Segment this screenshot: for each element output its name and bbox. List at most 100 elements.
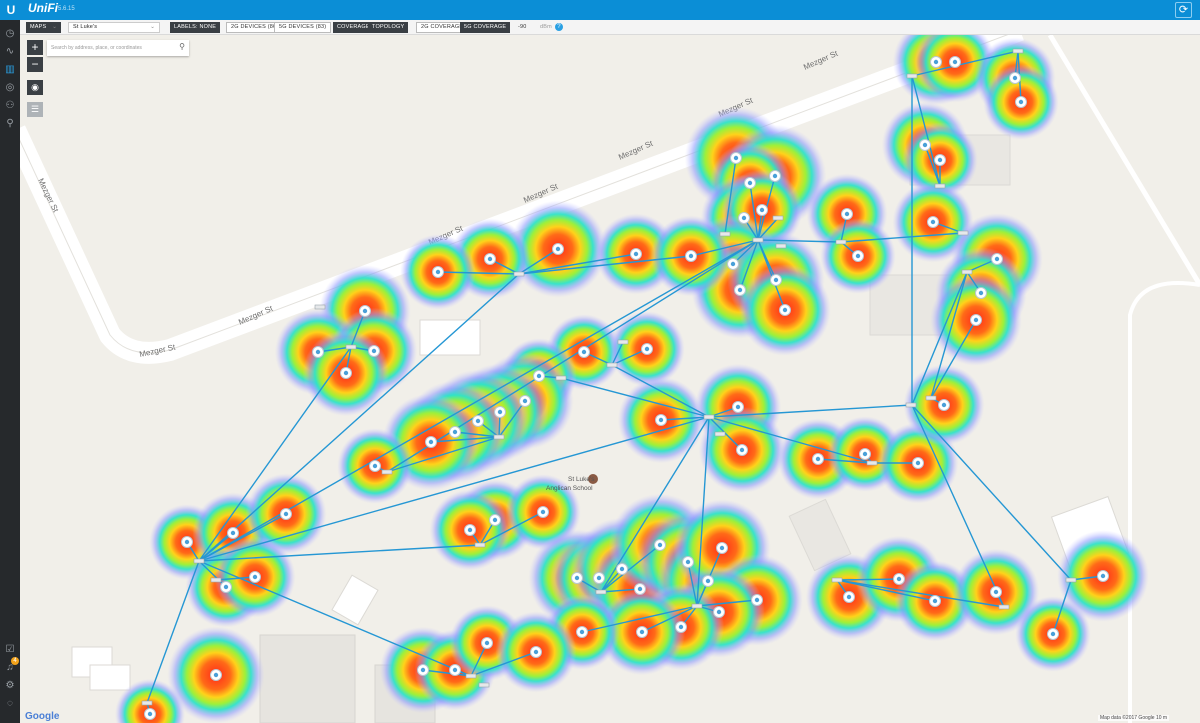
access-point-led xyxy=(452,667,458,673)
maps-dropdown[interactable]: MAPS ⌄ xyxy=(26,22,61,33)
settings-icon[interactable]: ⚙ xyxy=(0,678,20,694)
switch-node xyxy=(1065,577,1077,583)
switch-node xyxy=(905,402,917,408)
zoom-out-button[interactable]: − xyxy=(27,57,43,72)
access-point-node xyxy=(530,646,542,658)
switch-node xyxy=(835,239,847,245)
access-point-node xyxy=(249,571,261,583)
topology-tab[interactable]: TOPOLOGY xyxy=(368,22,409,33)
access-point-node xyxy=(769,170,781,182)
access-point-led xyxy=(1018,99,1024,105)
access-point-led xyxy=(428,439,434,445)
devices-icon[interactable]: ◎ xyxy=(0,80,20,96)
access-point-led xyxy=(372,463,378,469)
access-point-node xyxy=(630,248,642,260)
access-point-node xyxy=(1015,96,1027,108)
access-point-node xyxy=(481,637,493,649)
list-icon[interactable]: ☰ xyxy=(27,102,43,117)
access-point-led xyxy=(772,173,778,179)
switch-node xyxy=(714,431,726,437)
access-point-node xyxy=(636,626,648,638)
access-point-led xyxy=(678,624,684,630)
signal-threshold[interactable]: -90 xyxy=(514,22,531,33)
site-map[interactable]: Mezger St Mezger St Mezger St Mezger St … xyxy=(20,35,1200,723)
alerts-icon[interactable]: ♫ 4 xyxy=(0,657,20,676)
access-point-led xyxy=(941,402,947,408)
access-point-node xyxy=(340,367,352,379)
insights-icon[interactable]: ⚲ xyxy=(0,116,20,132)
switch-node xyxy=(513,271,525,277)
unifi-logo-icon[interactable]: U xyxy=(3,2,19,18)
access-point-node xyxy=(654,539,666,551)
access-point-node xyxy=(227,527,239,539)
coverage-5g-toggle[interactable]: 5G COVERAGE xyxy=(460,22,511,33)
access-point-node xyxy=(369,460,381,472)
brand-name: UniFi xyxy=(28,1,58,15)
topology-link xyxy=(836,578,900,581)
access-point-led xyxy=(540,509,546,515)
switch-node xyxy=(381,469,393,475)
access-point-led xyxy=(213,672,219,678)
side-nav: ◷ ∿ ▥ ◎ ⚇ ⚲ ☑ ♫ 4 ⚙ ◌ xyxy=(0,20,20,723)
access-point-led xyxy=(637,586,643,592)
statistics-icon[interactable]: ∿ xyxy=(0,44,20,60)
switch-node xyxy=(961,269,973,275)
search-input[interactable] xyxy=(51,42,171,54)
switch-node xyxy=(493,434,505,440)
access-point-led xyxy=(475,418,481,424)
map-search: ⚲ xyxy=(47,40,189,56)
access-point-led xyxy=(657,542,663,548)
chevron-down-icon: ⌄ xyxy=(150,24,155,30)
map-toolbar: MAPS ⌄ St Luke's ⌄ LABELS: NONE 2G DEVIC… xyxy=(20,20,1200,35)
access-point-led xyxy=(579,629,585,635)
switch-node xyxy=(691,603,703,609)
switch-node xyxy=(595,589,607,595)
access-point-node xyxy=(312,346,324,358)
access-point-node xyxy=(730,152,742,164)
site-value: St Luke's xyxy=(73,24,98,30)
switch-node xyxy=(772,215,784,221)
access-point-led xyxy=(993,589,999,595)
switch-node xyxy=(957,230,969,236)
access-point-node xyxy=(593,572,605,584)
search-icon[interactable]: ⚲ xyxy=(179,42,185,51)
access-point-led xyxy=(644,346,650,352)
chat-icon[interactable]: ◌ xyxy=(0,696,20,712)
switch-node xyxy=(141,700,153,706)
access-point-led xyxy=(933,59,939,65)
access-point-led xyxy=(930,219,936,225)
access-point-led xyxy=(420,667,426,673)
access-point-node xyxy=(417,664,429,676)
map-icon[interactable]: ▥ xyxy=(0,62,20,78)
devices-5g-toggle[interactable]: 5G DEVICES (83) xyxy=(274,22,332,33)
access-point-node xyxy=(616,563,628,575)
access-point-node xyxy=(779,304,791,316)
switch-node xyxy=(906,73,918,79)
locate-icon[interactable]: ◉ xyxy=(27,80,43,95)
access-point-led xyxy=(719,545,725,551)
site-select[interactable]: St Luke's ⌄ xyxy=(68,22,160,33)
access-point-node xyxy=(919,139,931,151)
tasks-icon[interactable]: ☑ xyxy=(0,642,20,658)
access-point-led xyxy=(1050,631,1056,637)
dashboard-icon[interactable]: ◷ xyxy=(0,26,20,42)
access-point-node xyxy=(991,253,1003,265)
switch-node xyxy=(866,460,878,466)
labels-toggle[interactable]: LABELS: NONE xyxy=(170,22,221,33)
zoom-in-button[interactable]: + xyxy=(27,40,43,55)
access-point-node xyxy=(1047,628,1059,640)
clients-icon[interactable]: ⚇ xyxy=(0,98,20,114)
access-point-node xyxy=(736,444,748,456)
access-point-node xyxy=(425,436,437,448)
access-point-node xyxy=(927,216,939,228)
access-point-led xyxy=(815,456,821,462)
refresh-icon[interactable]: ⟳ xyxy=(1175,2,1192,18)
access-point-node xyxy=(533,370,545,382)
access-point-led xyxy=(658,417,664,423)
access-point-node xyxy=(893,573,905,585)
access-point-led xyxy=(1012,75,1018,81)
access-point-led xyxy=(896,576,902,582)
access-point-led xyxy=(343,370,349,376)
help-icon[interactable]: ? xyxy=(555,23,563,31)
access-point-led xyxy=(487,256,493,262)
